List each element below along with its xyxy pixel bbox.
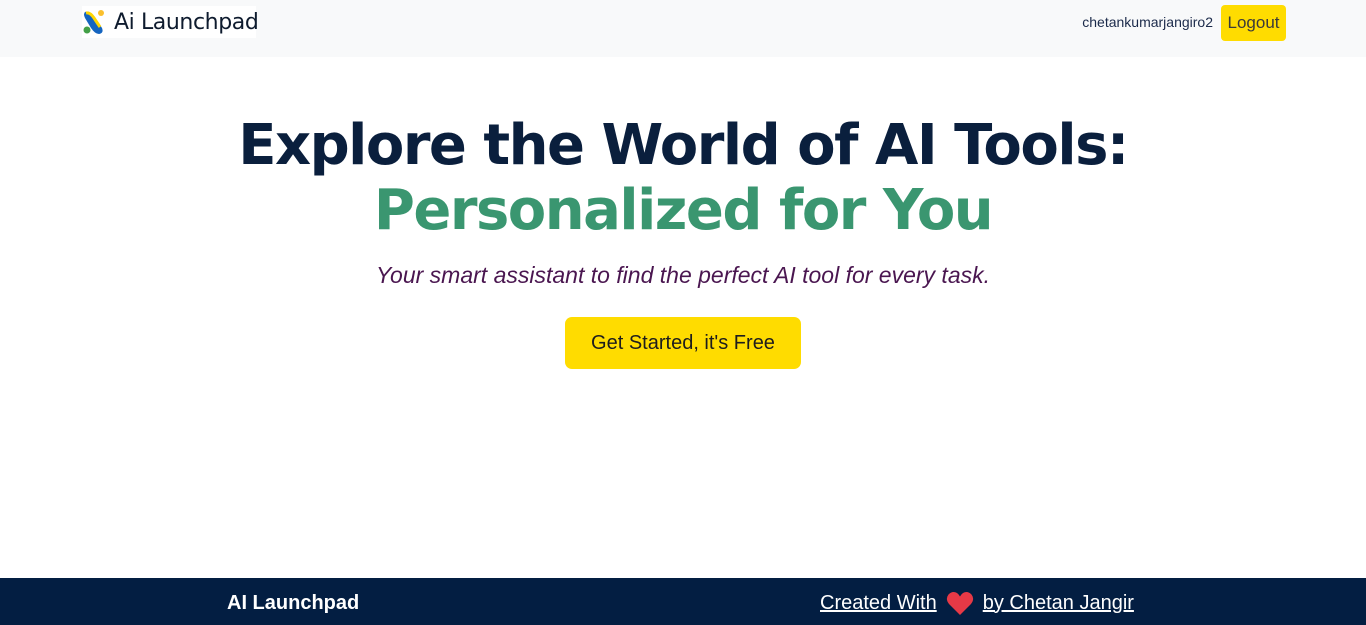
logout-button[interactable]: Logout — [1221, 5, 1286, 41]
footer: AI Launchpad Created With by Chetan Jang… — [0, 578, 1366, 625]
brand-text: Ai Launchpad — [114, 9, 259, 35]
heart-icon — [946, 592, 973, 615]
navbar: Ai Launchpad chetankumarjangiro2 Logout — [0, 0, 1366, 57]
username-label: chetankumarjangiro2 — [1082, 14, 1213, 30]
footer-brand: AI Launchpad — [227, 592, 360, 614]
hero-title: Explore the World of AI Tools: — [238, 113, 1129, 178]
launchpad-logo-icon — [83, 10, 104, 34]
footer-credit: Created With by Chetan Jangir — [820, 590, 1134, 616]
author-link[interactable]: by Chetan Jangir — [983, 592, 1134, 615]
hero-subtitle: Personalized for You — [373, 178, 994, 243]
brand-link[interactable]: Ai Launchpad — [82, 6, 259, 38]
get-started-button[interactable]: Get Started, it's Free — [565, 317, 801, 369]
hero-tagline: Your smart assistant to find the perfect… — [375, 262, 991, 288]
created-with-link[interactable]: Created With — [820, 592, 937, 615]
